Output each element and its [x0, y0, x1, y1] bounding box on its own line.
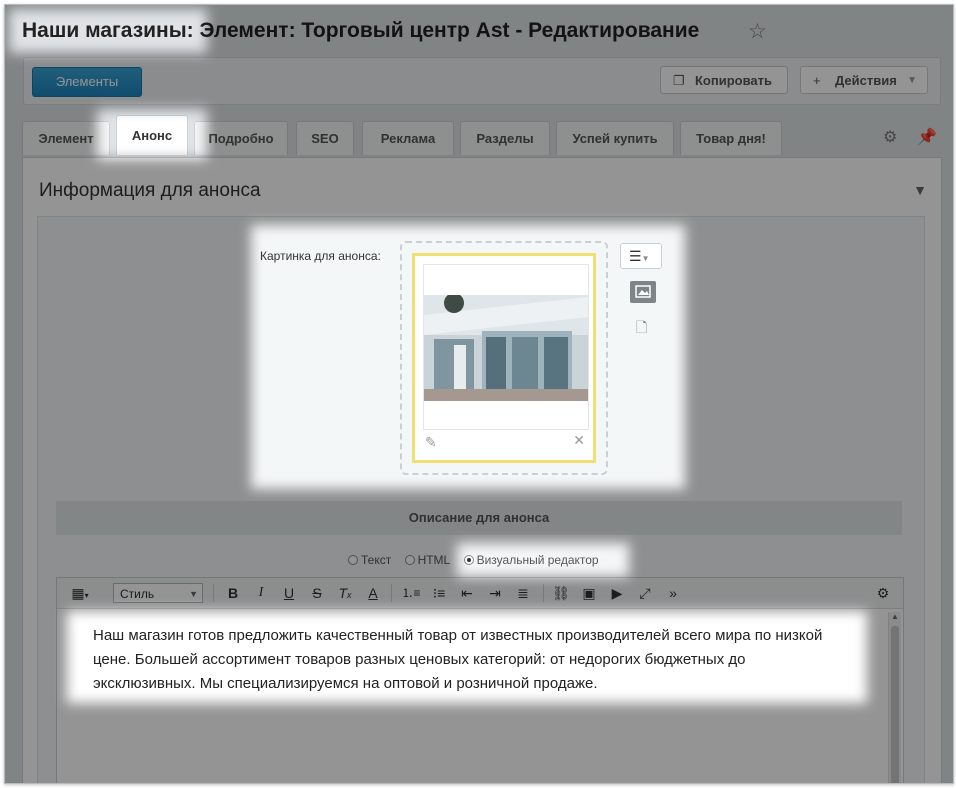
editor-scrollbar[interactable]: ▲ — [888, 612, 901, 783]
picture-menu-button[interactable]: ☰▼ — [620, 243, 662, 269]
editor-line: цене. Большей ассортимент товаров разных… — [93, 651, 746, 668]
unordered-list-icon[interactable]: ⁝≡ — [429, 584, 449, 602]
pin-icon[interactable]: 📌 — [917, 127, 937, 147]
radio-dot — [348, 555, 358, 565]
font-color-icon[interactable]: A — [363, 584, 383, 602]
actions-label: Действия — [835, 73, 897, 88]
clear-format-icon[interactable]: Tx — [335, 584, 355, 604]
editor-content[interactable]: Наш магазин готов предложить качественны… — [93, 624, 877, 696]
italic-icon[interactable]: I — [251, 584, 271, 602]
admin-window: Наши магазины: Элемент: Торговый центр A… — [4, 4, 954, 784]
tab-details[interactable]: Подробно — [194, 121, 288, 155]
scroll-up-icon[interactable]: ▲ — [891, 612, 899, 621]
copy-button[interactable]: ❐ Копировать — [660, 66, 788, 94]
store-photo — [424, 295, 588, 401]
style-select-value: Стиль — [120, 587, 155, 601]
view-mode-icon[interactable]: ▦▾ — [65, 584, 95, 605]
mode-visual-label: Визуальный редактор — [476, 553, 599, 567]
gear-icon[interactable]: ⚙ — [883, 127, 897, 147]
actions-button[interactable]: + Действия ▼ — [800, 66, 928, 94]
tab-product-of-day[interactable]: Товар дня! — [680, 121, 782, 155]
bold-icon[interactable]: B — [223, 584, 243, 602]
mode-text-radio[interactable]: Текст — [348, 553, 391, 567]
editor-toolbar: ▦▾ Стиль ▼ B I U S Tx A ⒈≡ ⁝≡ ⇤ ⇥ ≣ ⛓ ▣ … — [57, 578, 903, 609]
top-toolbar: Элементы ❐ Копировать + Действия ▼ — [23, 57, 941, 105]
scroll-thumb[interactable] — [891, 626, 899, 783]
tab-sections[interactable]: Разделы — [460, 121, 550, 155]
mode-text-label: Текст — [361, 553, 392, 567]
plus-icon: + — [813, 73, 821, 88]
align-icon[interactable]: ≣ — [513, 584, 533, 602]
collapse-toggle-icon[interactable]: ▼ — [913, 182, 927, 198]
toolbar-separator — [391, 584, 392, 602]
underline-icon[interactable]: U — [279, 584, 299, 602]
page-title: Наши магазины: Элемент: Торговый центр A… — [22, 19, 699, 43]
elements-button[interactable]: Элементы — [32, 67, 142, 97]
video-icon[interactable]: ▶ — [607, 584, 627, 602]
editor-line: Наш магазин готов предложить качественны… — [93, 627, 823, 644]
copy-label: Копировать — [695, 73, 773, 88]
toolbar-separator — [543, 584, 544, 602]
fullscreen-icon[interactable]: ⤢ — [635, 584, 655, 602]
file-icon[interactable]: 🗋 — [636, 317, 647, 341]
panel-title: Информация для анонса — [39, 180, 261, 201]
chevron-down-icon: ▼ — [907, 75, 917, 86]
picture-dropzone[interactable]: ✎ ✕ — [400, 241, 608, 475]
outdent-icon[interactable]: ⇤ — [457, 584, 477, 602]
radio-dot — [404, 555, 415, 565]
indent-icon[interactable]: ⇥ — [485, 584, 505, 602]
page-title-rest: Элемент: Торговый центр Ast - Редактиров… — [193, 19, 700, 42]
announce-panel: Информация для анонса ▼ Картинка для ано… — [22, 157, 942, 783]
panel-content: Картинка для анонса: ✎ ✕ ☰▼ 🗋 Описание д… — [37, 216, 925, 783]
tab-announce[interactable]: Анонс — [116, 115, 188, 155]
visual-editor: ▦▾ Стиль ▼ B I U S Tx A ⒈≡ ⁝≡ ⇤ ⇥ ≣ ⛓ ▣ … — [56, 577, 904, 783]
chevron-down-icon: ▼ — [641, 254, 650, 263]
editor-mode-switch: Текст HTML Визуальный редактор — [348, 553, 609, 567]
chevron-down-icon: ▼ — [189, 589, 198, 599]
editor-line: эксклюзивных. Мы специализируемся на опт… — [93, 675, 598, 692]
more-icon[interactable]: » — [663, 584, 683, 602]
tab-element[interactable]: Элемент — [22, 121, 110, 155]
description-header: Описание для анонса — [56, 501, 902, 535]
pencil-icon[interactable]: ✎ — [425, 434, 437, 451]
picture-card: ✎ ✕ — [412, 253, 596, 463]
tab-advertising[interactable]: Реклама — [362, 121, 454, 155]
copy-icon: ❐ — [673, 73, 685, 88]
close-icon[interactable]: ✕ — [573, 432, 585, 449]
ordered-list-icon[interactable]: ⒈≡ — [401, 584, 421, 602]
image-icon[interactable]: ▣ — [579, 584, 599, 602]
image-icon[interactable] — [630, 281, 656, 303]
mode-html-label: HTML — [417, 553, 451, 567]
picture-label: Картинка для анонса: — [260, 249, 381, 263]
link-icon[interactable]: ⛓ — [551, 584, 571, 602]
tab-hurry-buy[interactable]: Успей купить — [556, 121, 674, 155]
picture-frame — [423, 264, 589, 430]
gear-icon[interactable]: ⚙ — [873, 584, 893, 602]
tab-seo[interactable]: SEO — [296, 121, 354, 155]
style-select[interactable]: Стиль ▼ — [113, 583, 203, 603]
favorite-star-icon[interactable]: ☆ — [748, 19, 767, 44]
menu-icon: ☰ — [629, 248, 642, 264]
mode-visual-radio[interactable]: Визуальный редактор — [463, 553, 599, 567]
page-title-prefix: Наши магазины: — [22, 19, 194, 42]
strikethrough-icon[interactable]: S — [307, 584, 327, 602]
mode-html-radio[interactable]: HTML — [404, 553, 451, 567]
toolbar-separator — [213, 584, 214, 602]
radio-dot — [463, 555, 474, 565]
